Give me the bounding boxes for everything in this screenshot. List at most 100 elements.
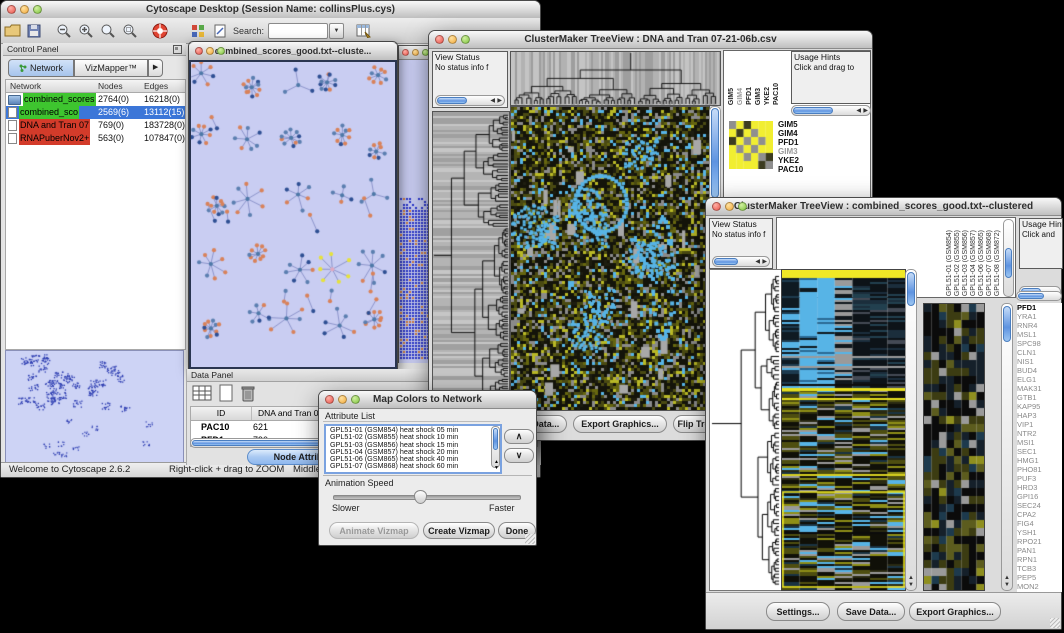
minimize-button[interactable] bbox=[206, 47, 214, 55]
search-dropdown-arrow[interactable]: ▼ bbox=[329, 23, 344, 39]
column-label[interactable]: GPL51-08 (GSM872) bbox=[994, 230, 1001, 296]
open-icon[interactable] bbox=[2, 21, 22, 41]
column-label-vscrollbar[interactable] bbox=[1003, 219, 1014, 297]
treeview1-mini-heatmap[interactable] bbox=[729, 121, 773, 169]
treeview1-column-dendrogram[interactable] bbox=[510, 51, 721, 106]
help-icon[interactable] bbox=[150, 21, 170, 41]
network-canvas[interactable] bbox=[191, 62, 395, 367]
minimize-button[interactable] bbox=[338, 395, 347, 404]
gene-label[interactable]: CPA2 bbox=[1017, 510, 1062, 519]
treeview2-heatmap-vscrollbar[interactable]: ▲▼ bbox=[905, 269, 917, 591]
gene-label[interactable]: PFD1 bbox=[1017, 303, 1062, 312]
settings-button[interactable]: Settings... bbox=[766, 602, 830, 621]
zoom-button[interactable] bbox=[351, 395, 360, 404]
gene-label[interactable]: CLN1 bbox=[1017, 348, 1062, 357]
gene-label[interactable]: NTR2 bbox=[1017, 429, 1062, 438]
move-up-button[interactable]: ∧ bbox=[504, 429, 534, 444]
gene-label[interactable]: MSI1 bbox=[1017, 438, 1062, 447]
resize-grip[interactable] bbox=[525, 534, 535, 544]
gene-label[interactable]: MON2 bbox=[1017, 582, 1062, 591]
save-icon[interactable] bbox=[24, 21, 44, 41]
column-label[interactable]: PAC10 bbox=[773, 83, 780, 105]
gene-label[interactable]: YKE2 bbox=[778, 156, 803, 165]
treeview1-heatmap[interactable] bbox=[510, 106, 710, 411]
treeview2-titlebar[interactable]: ClusterMaker TreeView : combined_scores_… bbox=[706, 198, 1061, 216]
create-vizmap-button[interactable]: Create Vizmap bbox=[423, 522, 495, 539]
gene-label[interactable]: PAC10 bbox=[778, 165, 803, 174]
gene-label[interactable]: PFD1 bbox=[778, 138, 803, 147]
treeview1-row-dendrogram[interactable] bbox=[432, 111, 510, 411]
animation-speed-slider-track[interactable] bbox=[333, 495, 521, 500]
treeview1-export-graphics-button[interactable]: Export Graphics... bbox=[573, 415, 667, 433]
gene-label[interactable]: GIM4 bbox=[778, 129, 803, 138]
dialog-titlebar[interactable]: Map Colors to Network bbox=[319, 391, 536, 409]
gene-label[interactable]: FIG4 bbox=[1017, 519, 1062, 528]
column-label[interactable]: GPL51-04 (GSM857) bbox=[970, 230, 977, 296]
column-label[interactable]: YKE2 bbox=[764, 87, 771, 105]
gene-label[interactable]: VIP1 bbox=[1017, 420, 1062, 429]
resize-grip[interactable] bbox=[1050, 618, 1060, 628]
treeview2-zoom-vscrollbar[interactable]: ▲▼ bbox=[1001, 303, 1013, 591]
gene-label[interactable]: TCB3 bbox=[1017, 564, 1062, 573]
zoom-button[interactable] bbox=[217, 47, 225, 55]
gene-label[interactable]: PAN1 bbox=[1017, 546, 1062, 555]
zoom-button[interactable] bbox=[738, 202, 747, 211]
treeview2-zoom-heatmap[interactable] bbox=[923, 303, 985, 591]
tab-overflow-arrow[interactable]: ▶ bbox=[148, 59, 163, 77]
treeview1-titlebar[interactable]: ClusterMaker TreeView : DNA and Tran 07-… bbox=[429, 31, 872, 49]
gene-label[interactable]: PEP5 bbox=[1017, 573, 1062, 582]
gene-label[interactable]: BUD4 bbox=[1017, 366, 1062, 375]
save-data-button[interactable]: Save Data... bbox=[837, 602, 905, 621]
network-window-titlebar[interactable]: combined_scores_good.txt--cluste... bbox=[189, 42, 397, 61]
gene-label[interactable]: GIM5 bbox=[778, 120, 803, 129]
gene-label[interactable]: SPC98 bbox=[1017, 339, 1062, 348]
minimize-button[interactable] bbox=[725, 202, 734, 211]
gene-label[interactable]: YRA1 bbox=[1017, 312, 1062, 321]
birdseye-view[interactable] bbox=[5, 350, 184, 463]
gene-label[interactable]: RPN1 bbox=[1017, 555, 1062, 564]
gene-label[interactable]: KAP95 bbox=[1017, 402, 1062, 411]
gene-label[interactable]: GIM3 bbox=[778, 147, 803, 156]
column-label[interactable]: GPL51-03 (GSM856) bbox=[962, 230, 969, 296]
treeview2-row-dendrogram[interactable] bbox=[709, 269, 782, 591]
close-button[interactable] bbox=[712, 202, 721, 211]
column-label[interactable]: GPL51-06 (GSM865) bbox=[978, 230, 985, 296]
plugin-icon[interactable] bbox=[188, 21, 208, 41]
table-icon[interactable] bbox=[192, 384, 212, 407]
zoom-button[interactable] bbox=[461, 35, 470, 44]
back-window-titlebar[interactable] bbox=[399, 46, 430, 60]
close-button[interactable] bbox=[325, 395, 334, 404]
gene-label[interactable]: ELG1 bbox=[1017, 375, 1062, 384]
column-label[interactable]: GIM5 bbox=[728, 88, 735, 105]
zoom-in-icon[interactable] bbox=[76, 21, 96, 41]
gene-label[interactable]: SEC1 bbox=[1017, 447, 1062, 456]
minimize-button[interactable] bbox=[20, 5, 29, 14]
column-label[interactable]: PFD1 bbox=[746, 87, 753, 105]
main-titlebar[interactable]: Cytoscape Desktop (Session Name: collins… bbox=[1, 1, 540, 19]
annotation-icon[interactable] bbox=[210, 21, 230, 41]
attribute-item[interactable]: GPL51-07 (GSM868) heat shock 60 min bbox=[328, 462, 490, 469]
gene-label[interactable]: NIS1 bbox=[1017, 357, 1062, 366]
column-label[interactable]: GPL51-07 (GSM868) bbox=[986, 230, 993, 296]
tab-network[interactable]: Network bbox=[8, 59, 74, 77]
attribute-listbox[interactable]: GPL51-01 (GSM854) heat shock 05 minGPL51… bbox=[324, 424, 502, 474]
close-button[interactable] bbox=[195, 47, 203, 55]
zoom-selected-icon[interactable] bbox=[120, 21, 140, 41]
gene-label[interactable]: GPI16 bbox=[1017, 492, 1062, 501]
view-status-scrollbar[interactable]: ◀▶ bbox=[712, 256, 770, 267]
gene-label[interactable]: GTB1 bbox=[1017, 393, 1062, 402]
gene-label[interactable]: RNR4 bbox=[1017, 321, 1062, 330]
column-label[interactable]: GPL51-01 (GSM854) bbox=[946, 230, 953, 296]
minimize-button[interactable] bbox=[448, 35, 457, 44]
float-panel-icon[interactable] bbox=[173, 45, 182, 54]
view-status-scrollbar[interactable]: ◀▶ bbox=[435, 95, 505, 106]
zoom-fit-icon[interactable] bbox=[98, 21, 118, 41]
zoom-button[interactable] bbox=[33, 5, 42, 14]
network-list-row[interactable]: RNAPuberNov2+ 563(0) 107847(0) bbox=[6, 132, 185, 145]
trash-icon[interactable] bbox=[240, 384, 256, 407]
gene-label[interactable]: SEC24 bbox=[1017, 501, 1062, 510]
attribute-browser-icon[interactable] bbox=[353, 21, 373, 41]
animate-vizmap-button[interactable]: Animate Vizmap bbox=[329, 522, 419, 539]
close-button[interactable] bbox=[7, 5, 16, 14]
column-label[interactable]: GPL51-02 (GSM855) bbox=[954, 230, 961, 296]
